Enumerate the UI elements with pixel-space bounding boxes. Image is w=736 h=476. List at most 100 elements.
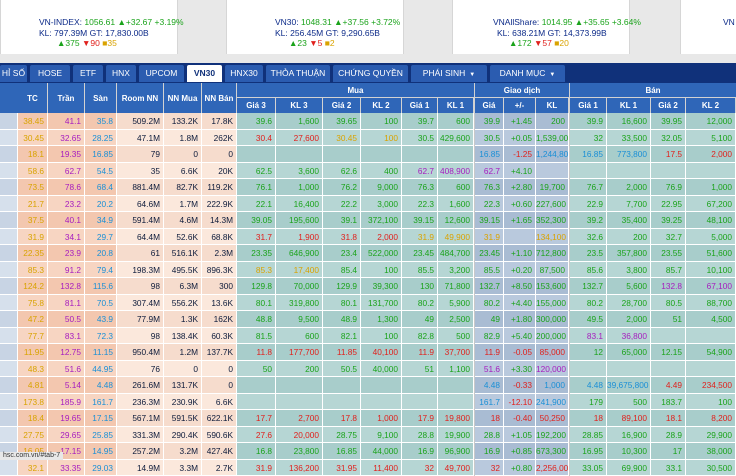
table-cell[interactable]: 23.35 xyxy=(237,245,276,262)
table-cell[interactable]: 17.8 xyxy=(323,410,361,427)
table-cell[interactable] xyxy=(651,328,686,345)
table-row[interactable]: 38.4541.135.8509.2M133.2K17.8K39.61,6003… xyxy=(0,113,736,130)
table-cell[interactable]: 22.9 xyxy=(570,196,607,213)
table-cell[interactable]: 51 xyxy=(402,361,438,378)
header-nn-ban[interactable]: NN Bán xyxy=(202,83,236,113)
table-cell[interactable]: 1,600 xyxy=(276,113,323,130)
table-row[interactable]: 75.881.170.5307.4M556.2K13.6K80.1319,800… xyxy=(0,295,736,312)
table-row[interactable]: 85.391.279.4198.3M495.5K896.3K85.317,400… xyxy=(0,262,736,279)
table-cell[interactable]: 49 xyxy=(402,311,438,328)
table-cell[interactable] xyxy=(438,377,474,394)
table-cell[interactable]: 17.7 xyxy=(237,410,276,427)
table-cell[interactable]: 16,400 xyxy=(276,196,323,213)
table-cell[interactable]: +0.60 xyxy=(504,196,536,213)
subheader--[interactable]: +/- xyxy=(504,98,535,113)
index-card-partial[interactable]: VN xyxy=(680,0,736,54)
tab-vn30[interactable]: VN30 xyxy=(187,65,222,82)
table-cell[interactable]: 319,800 xyxy=(276,295,323,312)
table-cell[interactable] xyxy=(237,394,276,411)
table-cell[interactable]: 600 xyxy=(438,113,474,130)
table-cell[interactable]: 49 xyxy=(475,311,504,328)
table-cell[interactable] xyxy=(536,163,569,180)
symbol-cell[interactable] xyxy=(0,179,18,196)
table-cell[interactable] xyxy=(686,328,736,345)
table-cell[interactable]: 62.7 xyxy=(475,163,504,180)
tab-hnx[interactable]: HNX xyxy=(106,65,136,82)
table-cell[interactable]: 23.45 xyxy=(475,245,504,262)
table-cell[interactable]: 429,600 xyxy=(438,130,474,147)
table-cell[interactable]: 646,900 xyxy=(276,245,323,262)
subheader-kl-1[interactable]: KL 1 xyxy=(438,98,473,113)
table-cell[interactable]: 32.7 xyxy=(651,229,686,246)
table-cell[interactable]: 80.2 xyxy=(475,295,504,312)
table-cell[interactable]: 3,000 xyxy=(361,196,402,213)
subheader-gi-[interactable]: Giá xyxy=(475,98,503,113)
table-cell[interactable]: 500 xyxy=(438,328,474,345)
table-cell[interactable]: 32.05 xyxy=(651,130,686,147)
table-cell[interactable]: 23.5 xyxy=(570,245,607,262)
table-cell[interactable]: 673,300 xyxy=(536,443,569,460)
table-cell[interactable]: 19,700 xyxy=(536,179,569,196)
table-cell[interactable]: 2,256,000 xyxy=(536,460,569,476)
table-cell[interactable]: -0.05 xyxy=(504,344,536,361)
table-cell[interactable]: -0.40 xyxy=(504,410,536,427)
table-cell[interactable]: 51.6 xyxy=(475,361,504,378)
table-cell[interactable]: 71,800 xyxy=(438,278,474,295)
table-cell[interactable]: 18.1 xyxy=(651,410,686,427)
table-cell[interactable]: 48,100 xyxy=(686,212,736,229)
table-cell[interactable]: 1,000 xyxy=(361,410,402,427)
table-cell[interactable]: 49,900 xyxy=(438,229,474,246)
symbol-cell[interactable] xyxy=(0,328,18,345)
table-cell[interactable]: 134,100 xyxy=(536,229,569,246)
table-cell[interactable]: 85,000 xyxy=(536,344,569,361)
tab-chi-so[interactable]: HỈ SỐ xyxy=(0,65,27,82)
table-cell[interactable]: 48.8 xyxy=(237,311,276,328)
symbol-cell[interactable] xyxy=(0,410,18,427)
table-cell[interactable]: 12 xyxy=(570,344,607,361)
table-cell[interactable]: 484,700 xyxy=(438,245,474,262)
table-cell[interactable]: 22.95 xyxy=(651,196,686,213)
table-cell[interactable]: 80.1 xyxy=(323,295,361,312)
table-row[interactable]: 31.934.129.764.4M52.6K68.8K31.71,90031.8… xyxy=(0,229,736,246)
table-cell[interactable]: 195,600 xyxy=(276,212,323,229)
table-cell[interactable]: 600 xyxy=(276,328,323,345)
table-cell[interactable]: 130 xyxy=(402,278,438,295)
table-cell[interactable]: +4.10 xyxy=(504,163,536,180)
table-row[interactable]: 22.3523.920.861516.1K2.3M23.35646,90023.… xyxy=(0,245,736,262)
table-cell[interactable]: 500 xyxy=(607,394,651,411)
symbol-cell[interactable] xyxy=(0,344,18,361)
symbol-cell[interactable] xyxy=(0,146,18,163)
table-cell[interactable]: 38,000 xyxy=(686,443,736,460)
symbol-cell[interactable] xyxy=(0,427,18,444)
table-cell[interactable]: 29,900 xyxy=(686,427,736,444)
subheader-gi-1[interactable]: Giá 1 xyxy=(570,98,606,113)
subheader-gi-2[interactable]: Giá 2 xyxy=(651,98,685,113)
table-cell[interactable] xyxy=(570,163,607,180)
table-cell[interactable]: 227,600 xyxy=(536,196,569,213)
symbol-cell[interactable] xyxy=(0,245,18,262)
table-cell[interactable]: 76.2 xyxy=(323,179,361,196)
table-cell[interactable]: 129.8 xyxy=(237,278,276,295)
table-cell[interactable]: 1,244,800 xyxy=(536,146,569,163)
table-cell[interactable]: 3,600 xyxy=(276,163,323,180)
table-cell[interactable]: 16.8 xyxy=(237,443,276,460)
table-cell[interactable]: +8.50 xyxy=(504,278,536,295)
table-cell[interactable]: 31.7 xyxy=(237,229,276,246)
table-cell[interactable]: 85.5 xyxy=(402,262,438,279)
table-cell[interactable] xyxy=(237,146,276,163)
table-cell[interactable]: 87,500 xyxy=(536,262,569,279)
table-cell[interactable]: 23.45 xyxy=(402,245,438,262)
table-cell[interactable]: 39.05 xyxy=(237,212,276,229)
table-cell[interactable]: 28.8 xyxy=(402,427,438,444)
index-card-vnallshare[interactable]: VNAllShare: 1014.95 ▲+35.65 +3.64% KL: 6… xyxy=(452,0,630,54)
table-cell[interactable]: 28.85 xyxy=(570,427,607,444)
table-cell[interactable]: 17,400 xyxy=(276,262,323,279)
table-cell[interactable]: 7,700 xyxy=(607,196,651,213)
table-cell[interactable]: 32 xyxy=(475,460,504,476)
table-row[interactable]: 77.783.172.398138.4K60.3K81.560082.11008… xyxy=(0,328,736,345)
table-cell[interactable]: 17.9 xyxy=(402,410,438,427)
table-cell[interactable]: 16.9 xyxy=(475,443,504,460)
table-cell[interactable]: 192,200 xyxy=(536,427,569,444)
symbol-cell[interactable] xyxy=(0,229,18,246)
table-row[interactable]: 173.8185.9161.7236.3M230.9K6.6K161.7-12.… xyxy=(0,394,736,411)
